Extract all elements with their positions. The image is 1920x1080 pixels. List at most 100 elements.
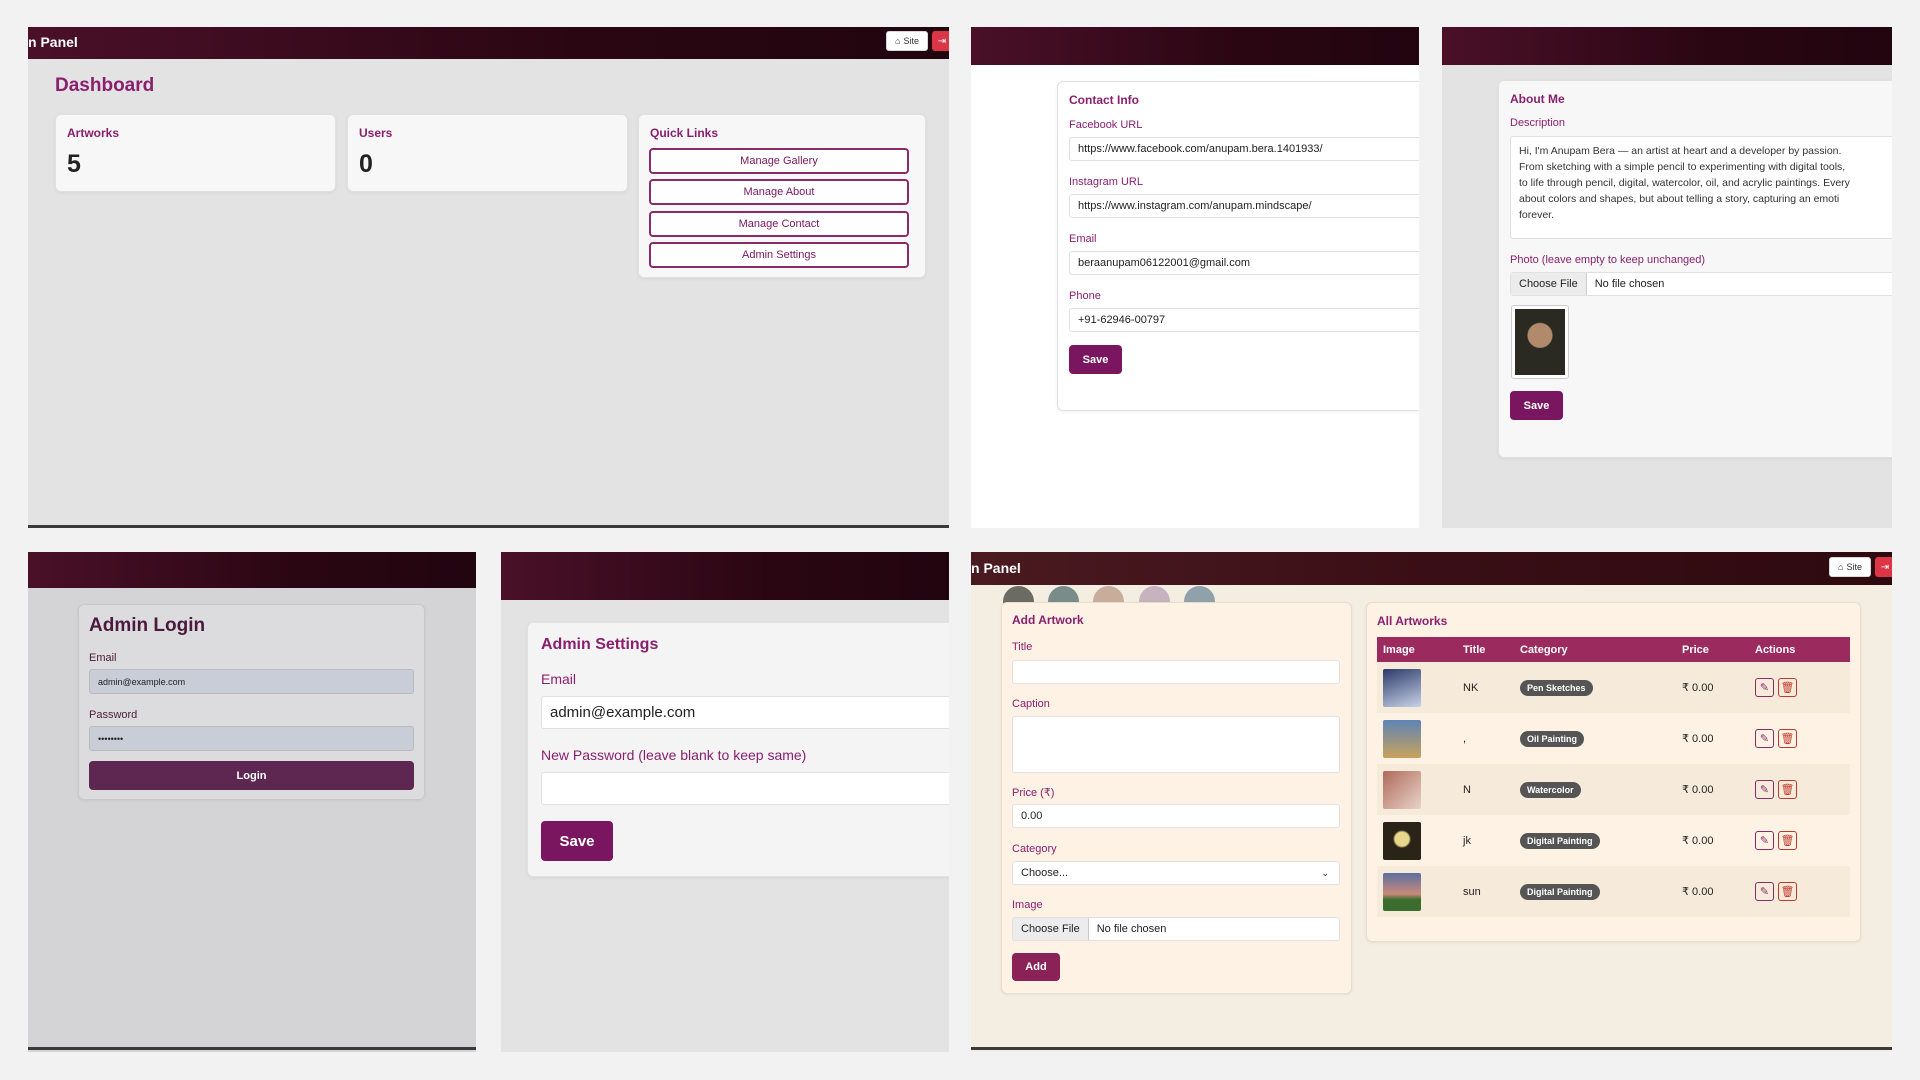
login-title: Admin Login — [89, 615, 206, 636]
admin-topbar: n Panel ⌂ Site ⇥ — [971, 552, 1892, 585]
email-label: Email — [1069, 233, 1097, 245]
description-textarea[interactable]: Hi, I'm Anupam Bera — an artist at heart… — [1510, 136, 1892, 239]
table-row: jk Digital Painting ₹ 0.00 ✎ 🗑 — [1377, 815, 1850, 866]
add-button[interactable]: Add — [1012, 953, 1060, 981]
users-stat-label: Users — [359, 126, 393, 140]
brand-title: n Panel — [28, 34, 78, 50]
artwork-thumbnail[interactable] — [1383, 770, 1421, 809]
manage-gallery-link[interactable]: Manage Gallery — [649, 148, 909, 174]
artwork-title: , — [1463, 732, 1467, 745]
logout-button[interactable]: ⇥ — [1875, 557, 1892, 577]
price-input[interactable]: 0.00 — [1012, 804, 1340, 828]
image-file-input[interactable]: Choose File No file chosen — [1012, 917, 1340, 941]
column-header: Image — [1383, 643, 1415, 656]
contact-title: Contact Info — [1069, 93, 1139, 107]
category-select[interactable]: Choose... ⌄ — [1012, 861, 1340, 885]
trash-icon[interactable]: 🗑 — [1778, 882, 1797, 901]
manage-contact-link[interactable]: Manage Contact — [649, 211, 909, 237]
artwork-thumbnail[interactable] — [1383, 668, 1421, 707]
photo-label: Photo (leave empty to keep unchanged) — [1510, 254, 1706, 266]
new-password-label: New Password (leave blank to keep same) — [541, 747, 807, 763]
site-label: Site — [1846, 562, 1862, 572]
table-header-row: Image Title Category Price Actions — [1377, 637, 1850, 662]
settings-panel: Admin Settings Email admin@example.com N… — [501, 552, 949, 1052]
login-button[interactable]: Login — [89, 761, 414, 790]
caption-textarea[interactable] — [1012, 716, 1340, 773]
artworks-table: Image Title Category Price Actions NK Pe… — [1377, 637, 1850, 917]
table-row: , Oil Painting ₹ 0.00 ✎ 🗑 — [1377, 713, 1850, 764]
about-card: About Me Description Hi, I'm Anupam Bera… — [1498, 80, 1892, 458]
admin-topbar — [1442, 27, 1892, 65]
panel-divider — [28, 525, 949, 528]
photo-file-input[interactable]: Choose File No file chosen — [1510, 272, 1892, 296]
contact-card: Contact Info Facebook URL https://www.fa… — [1057, 81, 1419, 411]
add-artwork-title: Add Artwork — [1012, 613, 1084, 627]
email-input[interactable]: admin@example.com — [541, 696, 949, 729]
email-input[interactable]: admin@example.com — [89, 669, 414, 694]
quick-links-title: Quick Links — [650, 126, 719, 140]
trash-icon[interactable]: 🗑 — [1778, 678, 1797, 697]
choose-file-button[interactable]: Choose File — [1013, 918, 1089, 940]
edit-icon[interactable]: ✎ — [1755, 780, 1774, 799]
column-header: Category — [1520, 643, 1568, 656]
password-label: Password — [89, 709, 138, 721]
artwork-title: sun — [1463, 885, 1481, 898]
logout-button[interactable]: ⇥ — [932, 31, 949, 51]
panel-divider — [28, 1047, 476, 1050]
edit-icon[interactable]: ✎ — [1755, 831, 1774, 850]
all-artworks-card: All Artworks Image Title Category Price … — [1366, 602, 1861, 942]
phone-field[interactable]: +91-62946-00797 — [1069, 308, 1419, 332]
manage-about-link[interactable]: Manage About — [649, 179, 909, 205]
admin-topbar — [971, 27, 1419, 65]
email-label: Email — [89, 652, 117, 664]
logout-icon: ⇥ — [1880, 561, 1890, 573]
description-line: to life through pencil, digital, waterco… — [1519, 177, 1850, 189]
save-button[interactable]: Save — [541, 821, 613, 861]
artwork-price: ₹ 0.00 — [1682, 886, 1714, 898]
choose-file-button[interactable]: Choose File — [1511, 273, 1587, 295]
column-header: Actions — [1755, 643, 1796, 656]
facebook-label: Facebook URL — [1069, 119, 1143, 131]
admin-settings-link[interactable]: Admin Settings — [649, 242, 909, 268]
trash-icon[interactable]: 🗑 — [1778, 780, 1797, 799]
trash-icon[interactable]: 🗑 — [1778, 831, 1797, 850]
instagram-url-field[interactable]: https://www.instagram.com/anupam.mindsca… — [1069, 194, 1419, 218]
password-input[interactable]: •••••••• — [89, 726, 414, 751]
artwork-title: NK — [1463, 681, 1479, 694]
category-badge: Digital Painting — [1520, 832, 1600, 849]
site-button[interactable]: ⌂ Site — [886, 31, 928, 51]
email-field[interactable]: beraanupam06122001@gmail.com — [1069, 251, 1419, 275]
instagram-label: Instagram URL — [1069, 176, 1143, 188]
artwork-title: N — [1463, 783, 1471, 796]
users-stat-value: 0 — [359, 150, 373, 178]
column-header: Title — [1463, 643, 1486, 656]
facebook-url-field[interactable]: https://www.facebook.com/anupam.bera.140… — [1069, 137, 1419, 161]
artwork-thumbnail[interactable] — [1383, 872, 1421, 911]
edit-icon[interactable]: ✎ — [1755, 678, 1774, 697]
brand-title: n Panel — [971, 560, 1021, 576]
home-icon: ⌂ — [1838, 562, 1844, 572]
artwork-thumbnail[interactable] — [1383, 821, 1421, 860]
new-password-input[interactable] — [541, 772, 949, 805]
artwork-thumbnail[interactable] — [1383, 719, 1421, 758]
site-button[interactable]: ⌂ Site — [1829, 557, 1871, 577]
save-button[interactable]: Save — [1069, 345, 1122, 374]
artwork-title: jk — [1463, 834, 1471, 847]
description-line: From sketching with a simple pencil to e… — [1519, 161, 1846, 173]
about-panel: About Me Description Hi, I'm Anupam Bera… — [1442, 27, 1892, 528]
admin-topbar: n Panel ⌂ Site ⇥ — [28, 27, 949, 59]
trash-icon[interactable]: 🗑 — [1778, 729, 1797, 748]
all-artworks-title: All Artworks — [1377, 614, 1448, 628]
no-file-text: No file chosen — [1594, 278, 1665, 290]
category-badge: Pen Sketches — [1520, 679, 1593, 696]
save-button[interactable]: Save — [1510, 391, 1563, 420]
title-input[interactable] — [1012, 660, 1340, 684]
edit-icon[interactable]: ✎ — [1755, 729, 1774, 748]
edit-icon[interactable]: ✎ — [1755, 882, 1774, 901]
add-artwork-card: Add Artwork Title Caption Price (₹) 0.00… — [1001, 602, 1352, 994]
artwork-price: ₹ 0.00 — [1682, 682, 1714, 694]
description-line: forever. — [1519, 209, 1555, 221]
description-label: Description — [1510, 117, 1566, 129]
price-label: Price (₹) — [1012, 787, 1055, 799]
profile-photo — [1511, 305, 1569, 379]
